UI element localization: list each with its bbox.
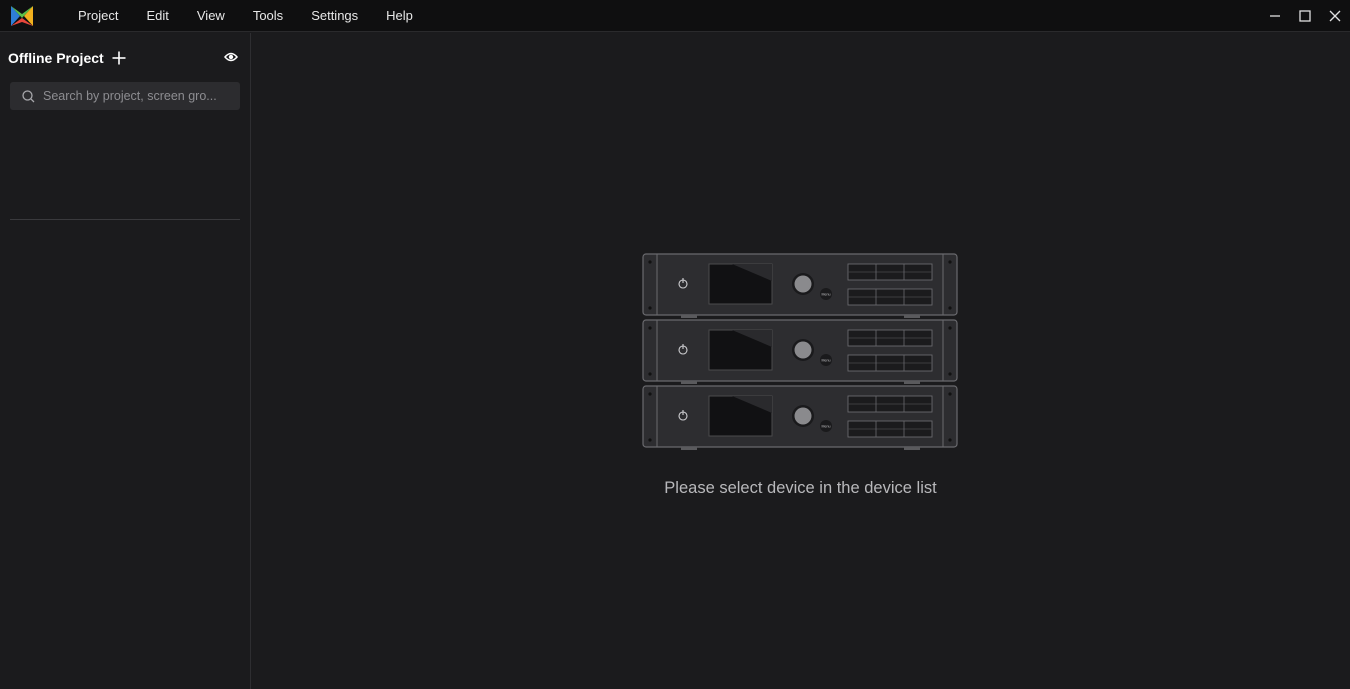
menu-edit[interactable]: Edit	[132, 0, 182, 32]
device-unit: Menu	[642, 253, 958, 318]
device-rack-illustration: Menu	[642, 253, 958, 451]
sidebar-header: Offline Project	[8, 47, 240, 69]
title-bar: Project Edit View Tools Settings Help	[0, 0, 1350, 32]
menu-view[interactable]: View	[183, 0, 239, 32]
sidebar: Offline Project	[0, 33, 251, 689]
menu-help[interactable]: Help	[372, 0, 427, 32]
menu-tools[interactable]: Tools	[239, 0, 297, 32]
eye-icon[interactable]	[224, 51, 238, 63]
device-unit	[642, 319, 958, 385]
main-content: Menu Please select device in the device …	[251, 33, 1350, 689]
app-logo-icon	[11, 6, 33, 26]
maximize-icon	[1299, 10, 1311, 22]
menu-button-label: Menu	[822, 293, 831, 297]
close-button[interactable]	[1320, 0, 1350, 32]
search-box	[10, 82, 240, 110]
sidebar-divider	[10, 219, 240, 220]
window-controls	[1260, 0, 1350, 32]
search-input[interactable]	[43, 89, 233, 103]
sidebar-title: Offline Project	[8, 50, 104, 66]
menu-project[interactable]: Project	[64, 0, 132, 32]
empty-state-message: Please select device in the device list	[664, 479, 937, 497]
menu-bar: Project Edit View Tools Settings Help	[64, 0, 427, 32]
close-icon	[1329, 10, 1341, 22]
minimize-button[interactable]	[1260, 0, 1290, 32]
maximize-button[interactable]	[1290, 0, 1320, 32]
minimize-icon	[1270, 15, 1280, 17]
device-unit	[642, 385, 958, 451]
plus-icon[interactable]	[112, 51, 126, 65]
menu-settings[interactable]: Settings	[297, 0, 372, 32]
search-icon	[22, 89, 35, 102]
